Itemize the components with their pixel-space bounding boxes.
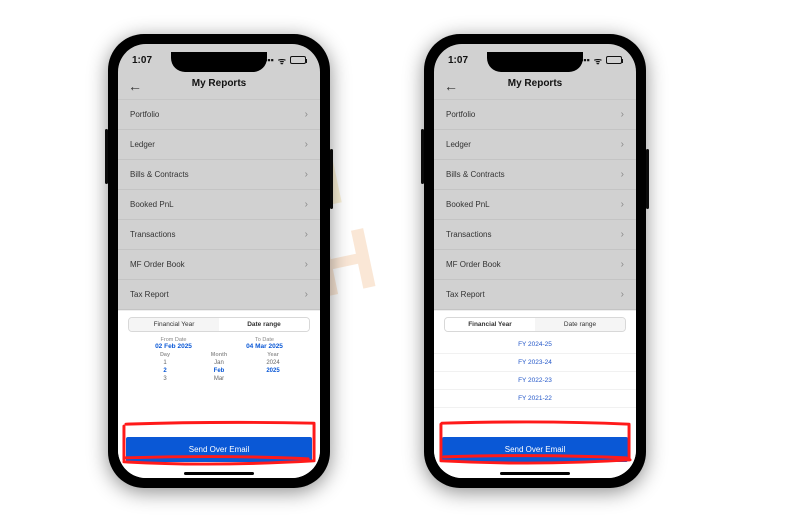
chevron-right-icon: › bbox=[621, 139, 624, 150]
chevron-right-icon: › bbox=[305, 289, 308, 300]
chevron-right-icon: › bbox=[305, 199, 308, 210]
tab-financial-year[interactable]: Financial Year bbox=[129, 318, 219, 331]
chevron-right-icon: › bbox=[621, 169, 624, 180]
reports-list: Portfolio› Ledger› Bills & Contracts› Bo… bbox=[434, 100, 636, 310]
picker-header-month: Month bbox=[192, 352, 246, 358]
fy-option[interactable]: FY 2024-25 bbox=[434, 336, 636, 354]
tab-financial-year[interactable]: Financial Year bbox=[445, 318, 535, 331]
picker-header-year: Year bbox=[246, 352, 300, 358]
picker-wheel[interactable]: 3Mar bbox=[118, 375, 320, 383]
list-item[interactable]: Booked PnL› bbox=[434, 190, 636, 220]
header-bar: ← My Reports bbox=[434, 70, 636, 100]
send-email-button[interactable]: Send Over Email bbox=[126, 437, 312, 462]
picker-wheel[interactable]: 1Jan2024 bbox=[118, 359, 320, 367]
chevron-right-icon: › bbox=[621, 229, 624, 240]
battery-icon bbox=[290, 56, 306, 64]
list-item[interactable]: Bills & Contracts› bbox=[118, 160, 320, 190]
tab-date-range[interactable]: Date range bbox=[535, 318, 625, 331]
battery-icon bbox=[606, 56, 622, 64]
tab-date-range[interactable]: Date range bbox=[219, 318, 309, 331]
list-item[interactable]: Booked PnL› bbox=[118, 190, 320, 220]
status-time: 1:07 bbox=[132, 55, 152, 66]
chevron-right-icon: › bbox=[621, 259, 624, 270]
chevron-right-icon: › bbox=[621, 289, 624, 300]
chevron-right-icon: › bbox=[305, 259, 308, 270]
wifi-icon: ᯤ bbox=[278, 54, 286, 67]
home-indicator bbox=[500, 472, 570, 475]
list-item[interactable]: Bills & Contracts› bbox=[434, 160, 636, 190]
device-notch bbox=[487, 52, 583, 72]
list-item[interactable]: Tax Report› bbox=[434, 280, 636, 310]
list-item[interactable]: MF Order Book› bbox=[118, 250, 320, 280]
phone-frame: 1:07 ▪▪▪ ᯤ ← My Reports Portfolio› Ledge… bbox=[424, 34, 646, 488]
fy-option[interactable]: FY 2021-22 bbox=[434, 390, 636, 408]
page-title: My Reports bbox=[508, 78, 562, 89]
bottom-sheet: Financial Year Date range FY 2024-25 FY … bbox=[434, 310, 636, 478]
phone-frame: 1:07 ▪▪▪ ᯤ ← My Reports Portfolio› Ledge… bbox=[108, 34, 330, 488]
fy-option[interactable]: FY 2022-23 bbox=[434, 372, 636, 390]
list-item[interactable]: Ledger› bbox=[434, 130, 636, 160]
list-item[interactable]: Transactions› bbox=[118, 220, 320, 250]
chevron-right-icon: › bbox=[305, 109, 308, 120]
list-item[interactable]: Tax Report› bbox=[118, 280, 320, 310]
list-item[interactable]: Ledger› bbox=[118, 130, 320, 160]
list-item[interactable]: Transactions› bbox=[434, 220, 636, 250]
chevron-right-icon: › bbox=[305, 169, 308, 180]
page-title: My Reports bbox=[192, 78, 246, 89]
device-notch bbox=[171, 52, 267, 72]
home-indicator bbox=[184, 472, 254, 475]
to-date[interactable]: To Date 04 Mar 2025 bbox=[219, 337, 310, 350]
wifi-icon: ᯤ bbox=[594, 54, 602, 67]
chevron-right-icon: › bbox=[305, 229, 308, 240]
picker-header-day: Day bbox=[138, 352, 192, 358]
segmented-control: Financial Year Date range bbox=[444, 317, 626, 332]
picker-wheel[interactable]: 2Feb2025 bbox=[118, 367, 320, 375]
financial-year-list: FY 2024-25 FY 2023-24 FY 2022-23 FY 2021… bbox=[434, 336, 636, 408]
chevron-right-icon: › bbox=[305, 139, 308, 150]
chevron-right-icon: › bbox=[621, 109, 624, 120]
list-item[interactable]: Portfolio› bbox=[118, 100, 320, 130]
chevron-right-icon: › bbox=[621, 199, 624, 210]
segmented-control: Financial Year Date range bbox=[128, 317, 310, 332]
send-email-button[interactable]: Send Over Email bbox=[442, 437, 628, 462]
back-icon[interactable]: ← bbox=[128, 78, 142, 94]
fy-option[interactable]: FY 2023-24 bbox=[434, 354, 636, 372]
from-date[interactable]: From Date 02 Feb 2025 bbox=[128, 337, 219, 350]
status-time: 1:07 bbox=[448, 55, 468, 66]
list-item[interactable]: Portfolio› bbox=[434, 100, 636, 130]
back-icon[interactable]: ← bbox=[444, 78, 458, 94]
bottom-sheet: Financial Year Date range From Date 02 F… bbox=[118, 310, 320, 478]
list-item[interactable]: MF Order Book› bbox=[434, 250, 636, 280]
reports-list: Portfolio› Ledger› Bills & Contracts› Bo… bbox=[118, 100, 320, 310]
header-bar: ← My Reports bbox=[118, 70, 320, 100]
